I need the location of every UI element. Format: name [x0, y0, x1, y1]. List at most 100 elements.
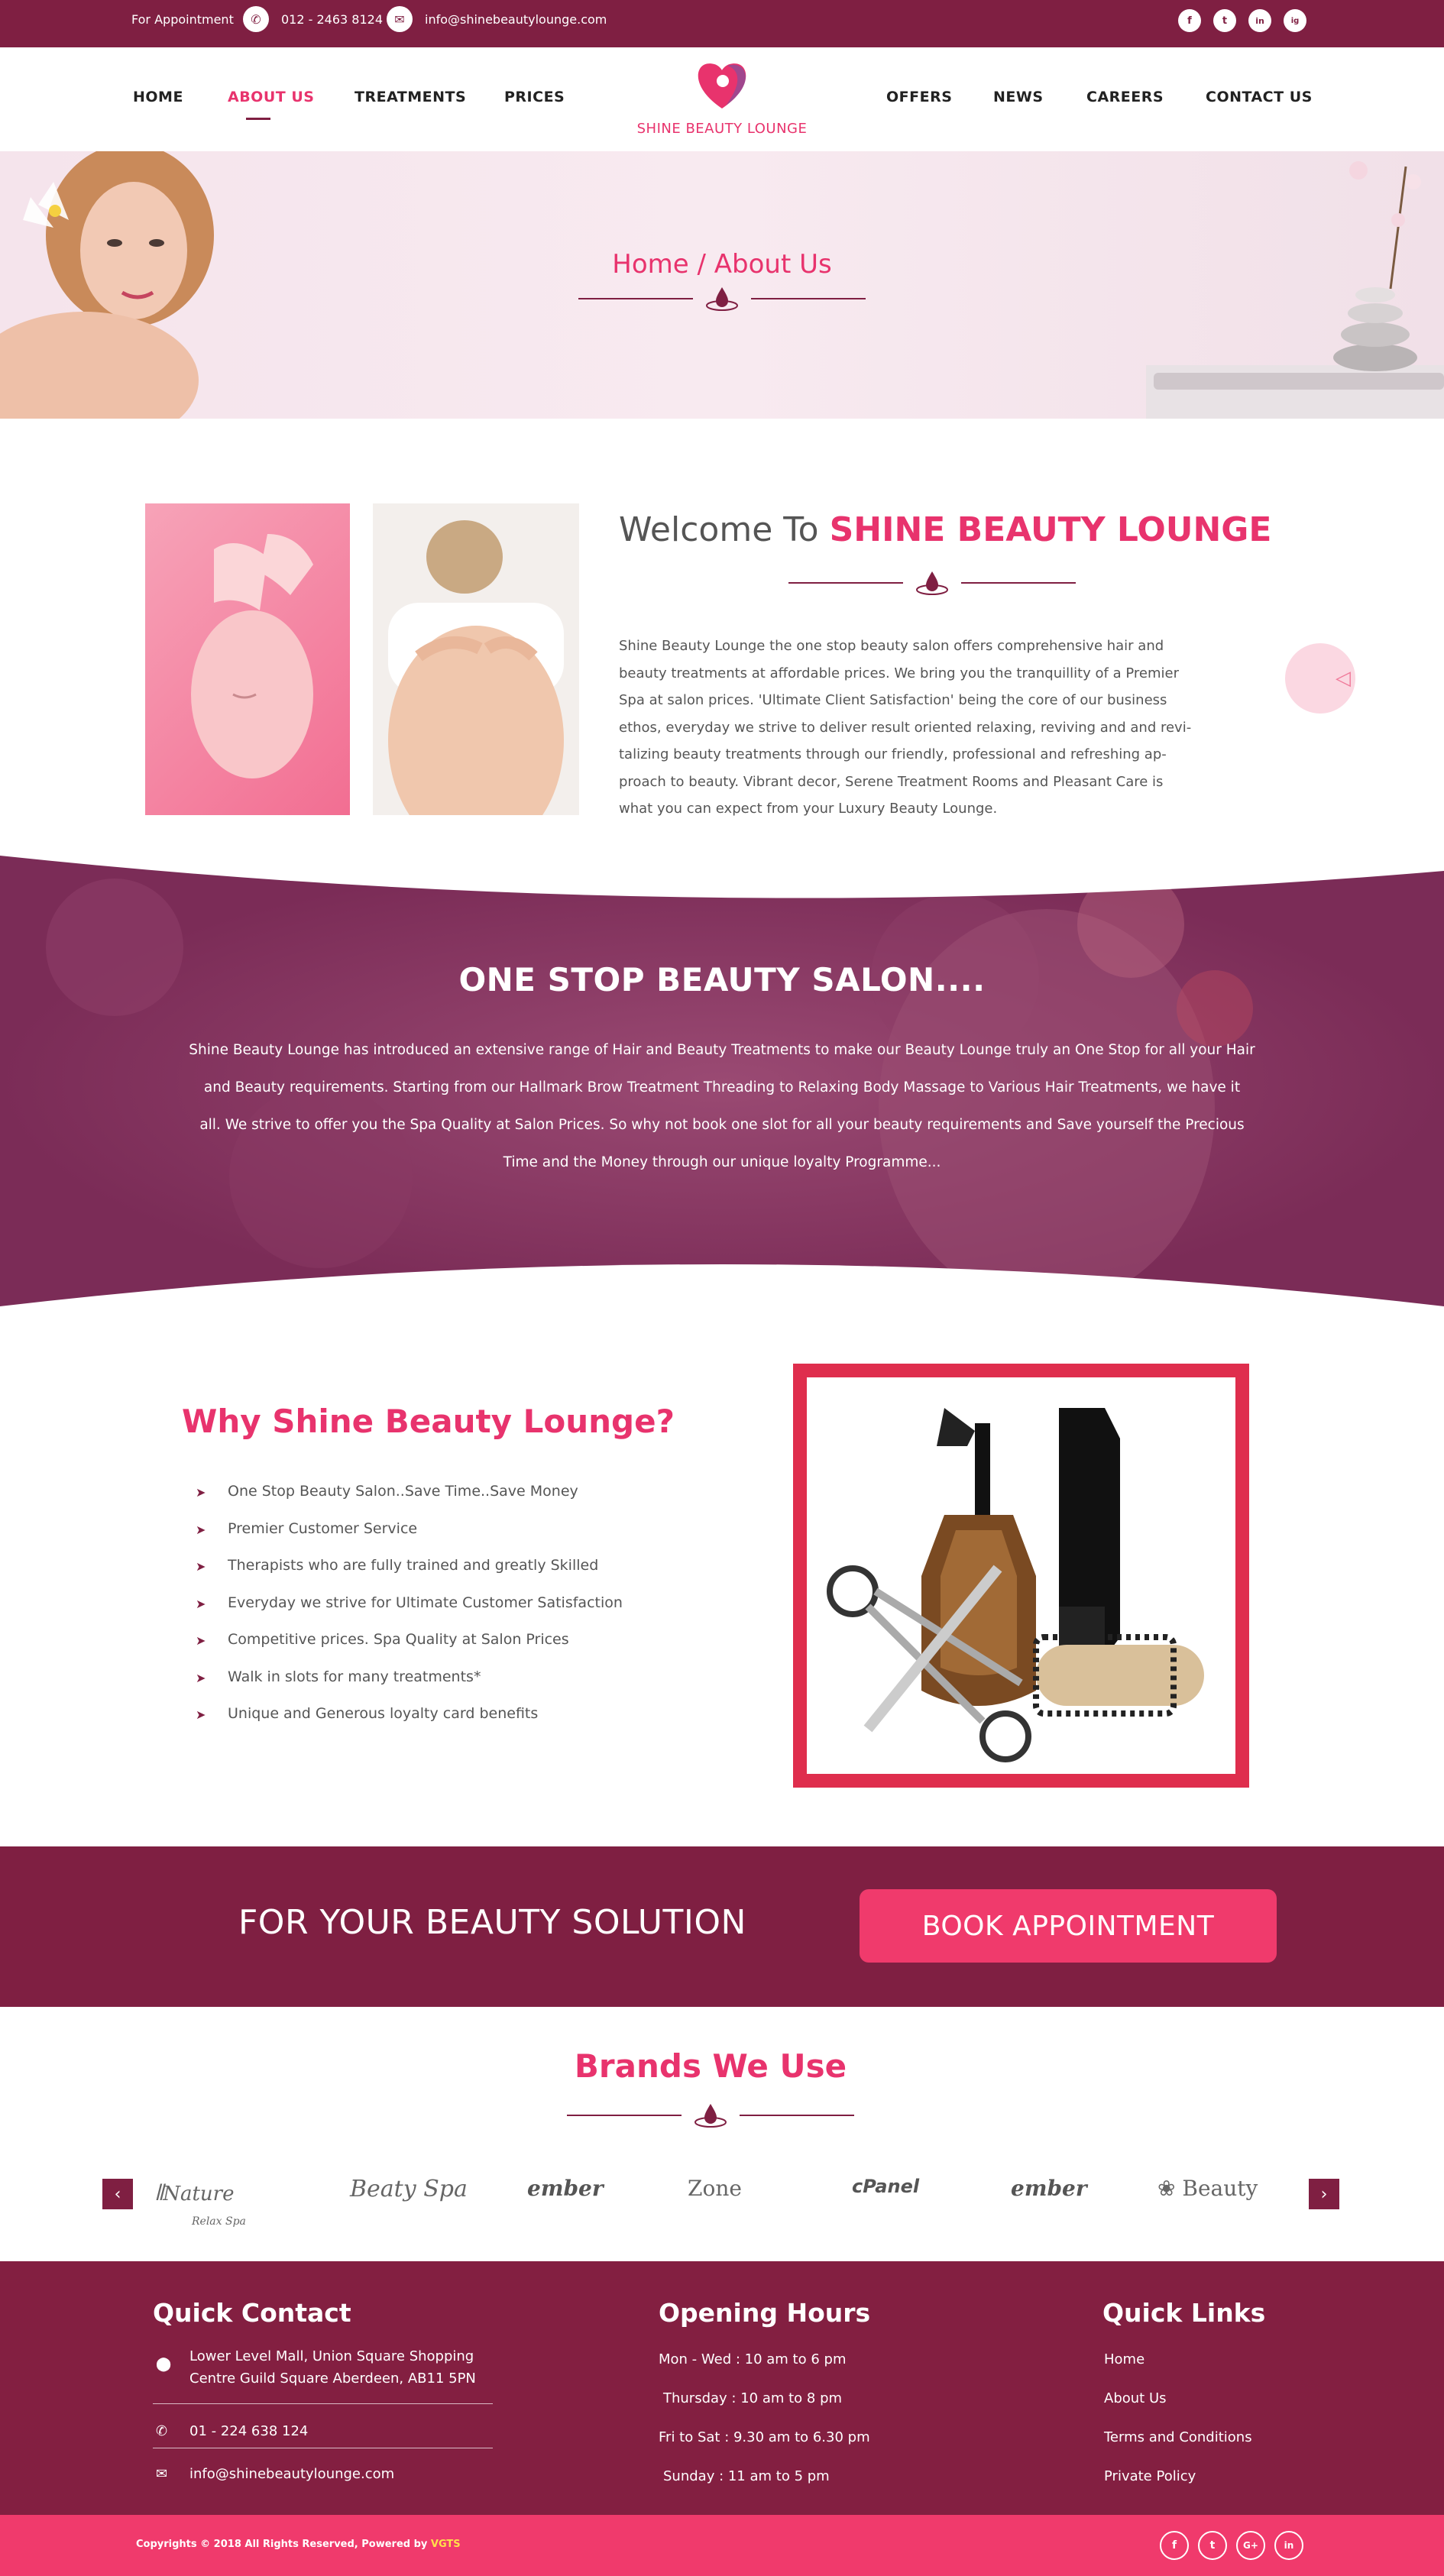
- chevron-bullet-icon: ➤: [196, 1485, 206, 1500]
- welcome-heading: Welcome To SHINE BEAUTY LOUNGE: [619, 510, 1271, 549]
- footer-link-terms[interactable]: Terms and Conditions: [1104, 2429, 1252, 2445]
- list-item: ➤ Walk in slots for many treatments*: [196, 1668, 481, 1685]
- list-item: ➤ Competitive prices. Spa Quality at Salo…: [196, 1631, 569, 1649]
- water-drop-icon: [915, 570, 949, 596]
- nav-careers[interactable]: CAREERS: [1086, 89, 1164, 105]
- breadcrumb-divider: [569, 286, 875, 312]
- nav-offers[interactable]: OFFERS: [886, 89, 952, 105]
- chevron-bullet-icon: ➤: [196, 1707, 206, 1723]
- brand-logo-zone: Zone: [688, 2176, 742, 2201]
- footer-link-privacy[interactable]: Private Policy: [1104, 2468, 1196, 2484]
- top-bar: For Appointment ✆ 012 - 2463 8124 ✉ info…: [0, 0, 1444, 47]
- water-drop-icon: [694, 2102, 727, 2128]
- welcome-text: Shine Beauty Lounge the one stop beauty …: [619, 633, 1238, 823]
- instagram-icon[interactable]: ig: [1284, 9, 1306, 32]
- lotus-icon: ❀: [1157, 2176, 1176, 2201]
- book-appointment-button[interactable]: BOOK APPOINTMENT: [860, 1889, 1277, 1963]
- facebook-icon[interactable]: f: [1178, 9, 1201, 32]
- why-title: Why Shine Beauty Lounge?: [182, 1403, 675, 1440]
- phone-icon: ✆: [243, 6, 269, 32]
- address-line1: Lower Level Mall, Union Square Shopping: [189, 2348, 474, 2364]
- topbar-email[interactable]: info@shinebeautylounge.com: [425, 12, 607, 27]
- list-item: ➤ Everyday we strive for Ultimate Custome…: [196, 1594, 623, 1611]
- breadcrumb: Home / About Us: [612, 249, 832, 280]
- appointment-label: For Appointment: [131, 12, 234, 27]
- list-item: ➤ Unique and Generous loyalty card benefi…: [196, 1705, 539, 1723]
- chevron-bullet-icon: ➤: [196, 1633, 206, 1649]
- nav-news[interactable]: NEWS: [993, 89, 1044, 105]
- footer-phone[interactable]: 01 - 224 638 124: [189, 2423, 308, 2439]
- band-line: all. We strive to offer you the Spa Qual…: [199, 1117, 1245, 1133]
- logo-text: SHINE BEAUTY LOUNGE: [636, 121, 808, 137]
- welcome-line: what you can expect from your Luxury Bea…: [619, 801, 998, 817]
- band-line: Time and the Money through our unique lo…: [503, 1154, 941, 1170]
- copyright-text: Copyrights © 2018 All Rights Reserved, P…: [136, 2539, 461, 2550]
- brands-prev-button[interactable]: ‹: [102, 2179, 133, 2209]
- nav-contact-us[interactable]: CONTACT US: [1206, 89, 1313, 105]
- twitter-icon[interactable]: t: [1198, 2531, 1227, 2560]
- footer-link-about-us[interactable]: About Us: [1104, 2390, 1167, 2406]
- topbar-phone[interactable]: 012 - 2463 8124: [281, 12, 383, 27]
- list-item: ➤ Therapists who are fully trained and gr…: [196, 1557, 599, 1574]
- brands-divider: [558, 2102, 863, 2128]
- hours-item: Fri to Sat : 9.30 am to 6.30 pm: [659, 2429, 870, 2445]
- footer-email[interactable]: info@shinebeautylounge.com: [189, 2466, 394, 2482]
- welcome-line: proach to beauty. Vibrant decor, Serene …: [619, 773, 1164, 790]
- hours-item: Thursday : 10 am to 8 pm: [663, 2390, 843, 2406]
- one-stop-band: ONE STOP BEAUTY SALON.... Shine Beauty L…: [0, 856, 1444, 1310]
- mail-icon: ✉: [387, 6, 413, 32]
- cta-text: FOR YOUR BEAUTY SOLUTION: [238, 1903, 746, 1942]
- water-drop-icon: [705, 286, 739, 312]
- welcome-line: beauty treatments at affordable prices. …: [619, 665, 1179, 681]
- twitter-icon[interactable]: t: [1213, 9, 1236, 32]
- copyright-bar: Copyrights © 2018 All Rights Reserved, P…: [0, 2515, 1444, 2576]
- welcome-line: Spa at salon prices. 'Ultimate Client Sa…: [619, 692, 1167, 708]
- address-line2: Centre Guild Square Aberdeen, AB11 5PN: [189, 2371, 476, 2387]
- mail-icon: ✉: [156, 2466, 168, 2482]
- chevron-bullet-icon: ➤: [196, 1522, 206, 1537]
- quick-links-title: Quick Links: [1102, 2298, 1266, 2328]
- linkedin-icon[interactable]: in: [1274, 2531, 1303, 2560]
- nav-home[interactable]: HOME: [133, 89, 183, 105]
- why-list: ➤ One Stop Beauty Salon..Save Time..Save …: [196, 1473, 730, 1733]
- brand-logo-beaty-spa: Beaty Spa: [350, 2176, 468, 2202]
- phone-icon: ✆: [156, 2423, 168, 2439]
- chevron-bullet-icon: ➤: [196, 1559, 206, 1574]
- facebook-icon[interactable]: f: [1160, 2531, 1189, 2560]
- list-item: ➤ Premier Customer Service: [196, 1519, 418, 1537]
- powered-by-link[interactable]: VGTS: [431, 2539, 461, 2550]
- welcome-line: ethos, everyday we strive to deliver res…: [619, 719, 1192, 736]
- band-line: and Beauty requirements. Starting from o…: [203, 1079, 1241, 1095]
- brand-logo-cpanel: cPanel: [852, 2176, 920, 2197]
- hours-item: Sunday : 11 am to 5 pm: [663, 2468, 830, 2484]
- chevron-bullet-icon: ➤: [196, 1670, 206, 1685]
- location-icon: ⬤: [156, 2356, 172, 2372]
- band-line: Shine Beauty Lounge has introduced an ex…: [189, 1042, 1255, 1058]
- brand-logo-ember-2: ember: [1011, 2176, 1087, 2201]
- main-nav: HOME ABOUT US TREATMENTS PRICES SHINE BE…: [0, 47, 1444, 151]
- list-item: ➤ One Stop Beauty Salon..Save Time..Save …: [196, 1483, 578, 1500]
- welcome-heading-prefix: Welcome To: [619, 510, 819, 549]
- nav-treatments[interactable]: TREATMENTS: [355, 89, 466, 105]
- salon-tools-image: [793, 1364, 1249, 1788]
- logo[interactable]: SHINE BEAUTY LOUNGE: [634, 55, 810, 147]
- footer: Quick Contact ⬤ Lower Level Mall, Union …: [0, 2261, 1444, 2515]
- band-title: ONE STOP BEAUTY SALON....: [458, 961, 986, 998]
- brands-next-button[interactable]: ›: [1309, 2179, 1339, 2209]
- quick-contact-title: Quick Contact: [153, 2298, 351, 2328]
- linkedin-icon[interactable]: in: [1248, 9, 1271, 32]
- welcome-heading-brand: SHINE BEAUTY LOUNGE: [829, 510, 1272, 549]
- chevron-bullet-icon: ➤: [196, 1596, 206, 1611]
- back-massage-image: [373, 503, 579, 855]
- welcome-line: talizing beauty treatments through our f…: [619, 746, 1167, 762]
- opening-hours-title: Opening Hours: [659, 2298, 871, 2328]
- nav-prices[interactable]: PRICES: [504, 89, 565, 105]
- brand-logo-ember: ember: [527, 2176, 604, 2201]
- hours-item: Mon - Wed : 10 am to 6 pm: [659, 2351, 847, 2367]
- google-plus-icon[interactable]: G+: [1236, 2531, 1265, 2560]
- welcome-divider: [779, 570, 1085, 596]
- footer-link-home[interactable]: Home: [1104, 2351, 1145, 2367]
- nav-about-us[interactable]: ABOUT US: [228, 89, 314, 105]
- band-text: Shine Beauty Lounge has introduced an ex…: [130, 1031, 1314, 1181]
- floating-play-icon[interactable]: ◁: [1285, 643, 1355, 714]
